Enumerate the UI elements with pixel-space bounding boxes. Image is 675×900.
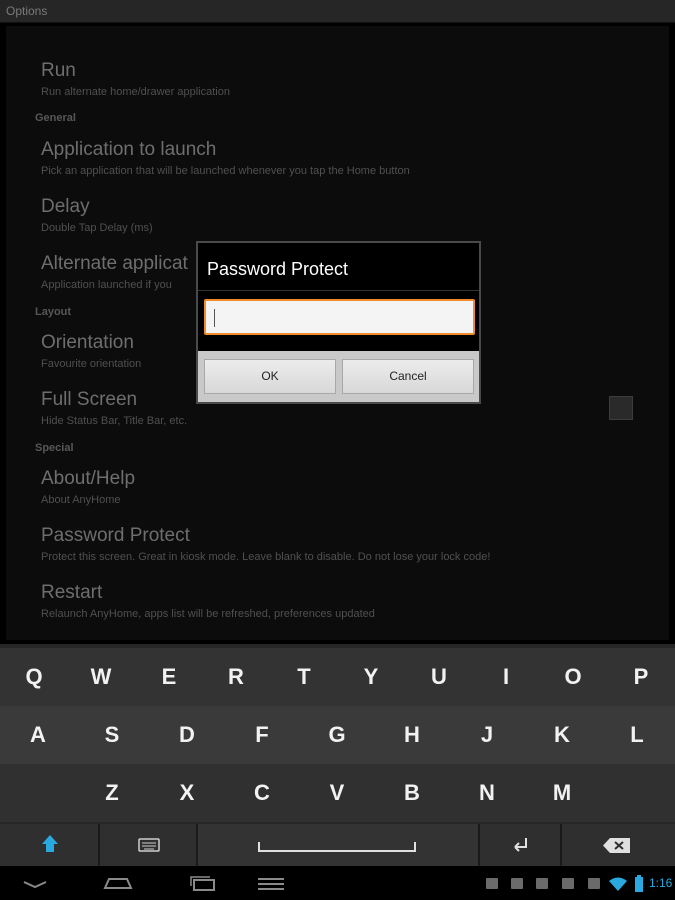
dialog-divider bbox=[198, 290, 479, 291]
key-m[interactable]: M bbox=[531, 764, 593, 822]
shift-arrow-icon bbox=[42, 835, 58, 852]
category-general: General bbox=[35, 112, 76, 124]
notification-icon bbox=[486, 878, 498, 889]
key-v[interactable]: V bbox=[306, 764, 368, 822]
key-f[interactable]: F bbox=[231, 706, 293, 764]
pref-title: Password Protect bbox=[41, 525, 190, 546]
key-g[interactable]: G bbox=[306, 706, 368, 764]
key-p[interactable]: P bbox=[610, 648, 672, 706]
key-x[interactable]: X bbox=[156, 764, 218, 822]
key-t[interactable]: T bbox=[273, 648, 335, 706]
pref-summary: Double Tap Delay (ms) bbox=[41, 222, 153, 234]
keyboard-icon bbox=[138, 838, 160, 852]
dialog-button-bar: OK Cancel bbox=[198, 351, 479, 402]
space-bar-icon bbox=[258, 842, 416, 852]
recent-apps-icon[interactable] bbox=[188, 874, 218, 892]
keyboard-row-1: Q W E R T Y U I O P bbox=[0, 648, 675, 706]
pref-title: Restart bbox=[41, 582, 103, 603]
key-e[interactable]: E bbox=[138, 648, 200, 706]
window-title: Options bbox=[6, 4, 48, 18]
status-area[interactable]: 1:16 bbox=[486, 875, 675, 894]
password-dialog: Password Protect OK Cancel bbox=[196, 241, 481, 404]
enter-icon bbox=[514, 838, 527, 852]
keyboard-bottom-row bbox=[0, 824, 675, 866]
pref-title: Application to launch bbox=[41, 139, 217, 160]
pref-summary: Hide Status Bar, Title Bar, etc. bbox=[41, 415, 188, 427]
key-r[interactable]: R bbox=[205, 648, 267, 706]
soft-keyboard: Q W E R T Y U I O P A S D F G H J K L Z … bbox=[0, 644, 675, 866]
back-icon[interactable] bbox=[22, 874, 48, 892]
pref-title: About/Help bbox=[41, 468, 136, 489]
pref-application-to-launch[interactable]: Application to launch Pick an applicatio… bbox=[41, 139, 641, 191]
title-bar: Options bbox=[0, 0, 675, 23]
cancel-button[interactable]: Cancel bbox=[342, 359, 474, 394]
dialog-title: Password Protect bbox=[207, 259, 349, 279]
category-layout: Layout bbox=[35, 306, 72, 318]
pref-summary: Run alternate home/drawer application bbox=[41, 86, 230, 98]
key-w[interactable]: W bbox=[70, 648, 132, 706]
keyboard-settings-key[interactable] bbox=[100, 824, 198, 866]
full-screen-checkbox[interactable] bbox=[609, 396, 633, 420]
key-u[interactable]: U bbox=[408, 648, 470, 706]
screenshot-icon bbox=[511, 878, 523, 889]
key-b[interactable]: B bbox=[381, 764, 443, 822]
pref-title: Delay bbox=[41, 196, 90, 217]
key-c[interactable]: C bbox=[231, 764, 293, 822]
pref-run[interactable]: Run Run alternate home/drawer applicatio… bbox=[41, 60, 641, 112]
key-k[interactable]: K bbox=[531, 706, 593, 764]
pref-summary: Favourite orientation bbox=[41, 358, 142, 370]
key-l[interactable]: L bbox=[606, 706, 668, 764]
keyboard-row-3: Z X C V B N M bbox=[0, 764, 675, 822]
backspace-key[interactable] bbox=[562, 824, 675, 866]
pref-summary: Protect this screen. Great in kiosk mode… bbox=[41, 551, 491, 563]
key-s[interactable]: S bbox=[81, 706, 143, 764]
pref-summary: Relaunch AnyHome, apps list will be refr… bbox=[41, 608, 375, 620]
pref-summary: Pick an application that will be launche… bbox=[41, 165, 410, 177]
keyboard-status-icon bbox=[536, 878, 548, 889]
space-key[interactable] bbox=[198, 824, 480, 866]
system-nav-bar: 1:16 bbox=[0, 866, 675, 900]
pref-restart[interactable]: Restart Relaunch AnyHome, apps list will… bbox=[41, 582, 641, 634]
backspace-icon bbox=[603, 838, 630, 853]
app-notification-icon bbox=[562, 878, 574, 889]
key-y[interactable]: Y bbox=[340, 648, 402, 706]
wifi-icon bbox=[609, 877, 627, 891]
key-j[interactable]: J bbox=[456, 706, 518, 764]
pref-about-help[interactable]: About/Help About AnyHome bbox=[41, 468, 641, 520]
pref-title: Alternate applicat bbox=[41, 253, 188, 274]
gallery-icon bbox=[588, 878, 600, 889]
pref-title: Orientation bbox=[41, 332, 134, 353]
menu-icon[interactable] bbox=[256, 874, 286, 892]
key-i[interactable]: I bbox=[475, 648, 537, 706]
text-caret bbox=[214, 309, 215, 327]
key-a[interactable]: A bbox=[7, 706, 69, 764]
pref-title: Run bbox=[41, 60, 76, 81]
keyboard-row-2: A S D F G H J K L bbox=[0, 706, 675, 764]
pref-password-protect[interactable]: Password Protect Protect this screen. Gr… bbox=[41, 525, 641, 577]
pref-title: Full Screen bbox=[41, 389, 138, 410]
battery-icon bbox=[635, 875, 643, 892]
key-z[interactable]: Z bbox=[81, 764, 143, 822]
ok-button[interactable]: OK bbox=[204, 359, 336, 394]
category-special: Special bbox=[35, 442, 74, 454]
pref-summary: About AnyHome bbox=[41, 494, 121, 506]
pref-summary: Application launched if you bbox=[41, 279, 172, 291]
key-h[interactable]: H bbox=[381, 706, 443, 764]
key-q[interactable]: Q bbox=[3, 648, 65, 706]
home-icon[interactable] bbox=[102, 874, 134, 892]
key-d[interactable]: D bbox=[156, 706, 218, 764]
enter-key[interactable] bbox=[480, 824, 562, 866]
shift-key[interactable] bbox=[0, 824, 100, 866]
password-input[interactable] bbox=[204, 299, 475, 335]
key-o[interactable]: O bbox=[542, 648, 604, 706]
status-clock: 1:16 bbox=[649, 876, 673, 890]
key-n[interactable]: N bbox=[456, 764, 518, 822]
